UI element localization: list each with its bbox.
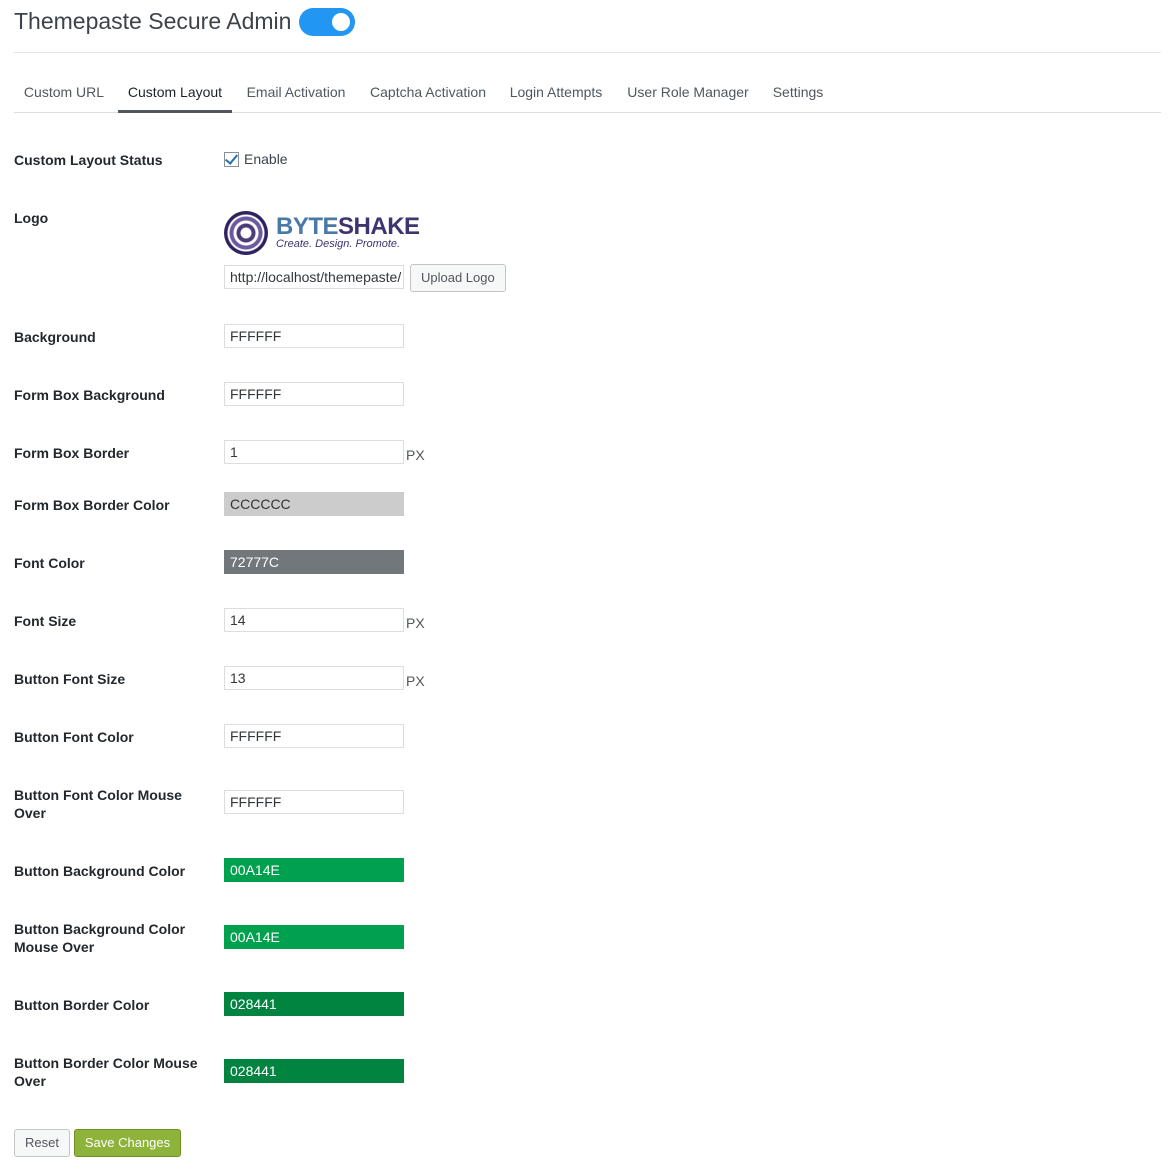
- toggle-knob: [332, 13, 350, 31]
- spiral-logo-icon: [224, 211, 268, 255]
- button-bg-color-input[interactable]: 00A14E: [224, 858, 404, 882]
- font-size-label: Font Size: [14, 613, 77, 629]
- form-box-border-input[interactable]: 1: [224, 440, 404, 464]
- logo-brand-part1: BYTE: [276, 213, 339, 240]
- tab-custom-layout[interactable]: Custom Layout: [118, 72, 232, 113]
- tab-email-activation[interactable]: Email Activation: [238, 72, 354, 112]
- logo-preview: BYTESHAKE Create. Design. Promote.: [224, 209, 424, 259]
- font-color-label: Font Color: [14, 555, 85, 571]
- tab-captcha-activation[interactable]: Captcha Activation: [360, 72, 496, 112]
- background-label: Background: [14, 329, 96, 345]
- checkmark-icon: [224, 151, 239, 165]
- button-border-color-hover-input[interactable]: 028441: [224, 1059, 404, 1083]
- button-font-color-hover-input[interactable]: FFFFFF: [224, 790, 404, 814]
- tab-settings[interactable]: Settings: [766, 72, 830, 112]
- upload-logo-button[interactable]: Upload Logo: [410, 264, 506, 292]
- page-header: Themepaste Secure Admin: [14, 0, 1161, 53]
- logo-brand: BYTESHAKE: [276, 213, 420, 241]
- logo-url-input[interactable]: http://localhost/themepaste/: [224, 265, 404, 289]
- font-color-input[interactable]: 72777C: [224, 550, 404, 574]
- button-border-color-label: Button Border Color: [14, 997, 150, 1013]
- custom-layout-status-label: Custom Layout Status: [14, 152, 163, 168]
- form-box-background-label: Form Box Background: [14, 387, 165, 403]
- logo-label: Logo: [14, 210, 49, 226]
- form-box-border-label: Form Box Border: [14, 445, 130, 461]
- button-bg-color-hover-label: Button Background Color Mouse Over: [14, 921, 186, 955]
- form-box-background-input[interactable]: FFFFFF: [224, 382, 404, 406]
- button-font-color-label: Button Font Color: [14, 729, 134, 745]
- form-box-border-color-label: Form Box Border Color: [14, 497, 170, 513]
- button-border-color-input[interactable]: 028441: [224, 992, 404, 1016]
- reset-button[interactable]: Reset: [14, 1129, 70, 1157]
- button-bg-color-label: Button Background Color: [14, 863, 186, 879]
- button-font-size-unit: PX: [406, 673, 425, 689]
- page-title: Themepaste Secure Admin: [14, 8, 292, 34]
- tab-user-role-manager[interactable]: User Role Manager: [618, 72, 758, 112]
- button-font-color-hover-label: Button Font Color Mouse Over: [14, 787, 182, 821]
- tab-custom-url[interactable]: Custom URL: [14, 72, 114, 112]
- form-box-border-color-input[interactable]: CCCCCC: [224, 492, 404, 516]
- font-size-unit: PX: [406, 615, 425, 631]
- button-bg-color-hover-input[interactable]: 00A14E: [224, 925, 404, 949]
- save-changes-button[interactable]: Save Changes: [74, 1129, 181, 1157]
- button-border-color-hover-label: Button Border Color Mouse Over: [14, 1055, 198, 1089]
- enable-checkbox[interactable]: [224, 151, 239, 167]
- settings-tabs: Custom URL Custom Layout Email Activatio…: [14, 72, 1161, 113]
- font-size-input[interactable]: 14: [224, 608, 404, 632]
- logo-brand-part2: SHAKE: [338, 213, 420, 240]
- logo-tagline: Create. Design. Promote.: [276, 238, 401, 250]
- button-font-size-input[interactable]: 13: [224, 666, 404, 690]
- form-box-border-unit: PX: [406, 447, 425, 463]
- button-font-color-input[interactable]: FFFFFF: [224, 724, 404, 748]
- tab-login-attempts[interactable]: Login Attempts: [502, 72, 610, 112]
- background-input[interactable]: FFFFFF: [224, 324, 404, 348]
- enable-checkbox-label[interactable]: Enable: [244, 151, 288, 167]
- enable-toggle[interactable]: [299, 8, 355, 36]
- button-font-size-label: Button Font Size: [14, 671, 126, 687]
